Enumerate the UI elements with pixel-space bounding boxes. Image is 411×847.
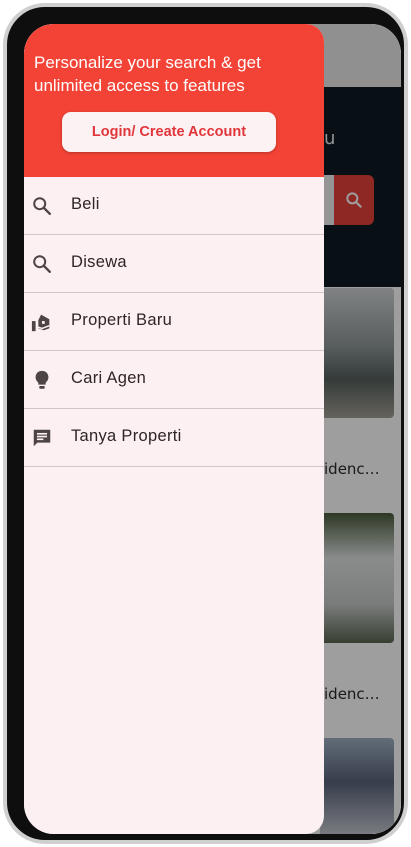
search-icon xyxy=(31,253,53,275)
phone-frame: u idenc… idenc… Personalize your search … xyxy=(3,3,408,844)
menu-item-properti-baru[interactable]: Properti Baru xyxy=(24,293,324,351)
chat-icon xyxy=(31,427,53,449)
drawer-header: Personalize your search & get unlimited … xyxy=(24,24,324,177)
menu-item-disewa[interactable]: Disewa xyxy=(24,235,324,293)
screen: u idenc… idenc… Personalize your search … xyxy=(24,24,401,834)
lightbulb-icon xyxy=(31,369,53,391)
search-icon xyxy=(31,195,53,217)
menu-item-beli[interactable]: Beli xyxy=(24,177,324,235)
menu-item-label: Beli xyxy=(71,195,100,213)
menu-item-label: Disewa xyxy=(71,253,127,271)
navigation-drawer: Personalize your search & get unlimited … xyxy=(24,24,324,834)
home-hand-icon xyxy=(31,311,53,333)
login-create-account-button[interactable]: Login/ Create Account xyxy=(62,112,276,152)
menu-item-cari-agen[interactable]: Cari Agen xyxy=(24,351,324,409)
menu-item-label: Properti Baru xyxy=(71,311,173,329)
menu-item-tanya-properti[interactable]: Tanya Properti xyxy=(24,409,324,467)
drawer-menu: Beli Disewa Properti Baru Cari Agen Tany… xyxy=(24,177,324,467)
menu-item-label: Cari Agen xyxy=(71,369,147,387)
menu-item-label: Tanya Properti xyxy=(71,427,182,445)
promo-text: Personalize your search & get unlimited … xyxy=(34,53,261,95)
